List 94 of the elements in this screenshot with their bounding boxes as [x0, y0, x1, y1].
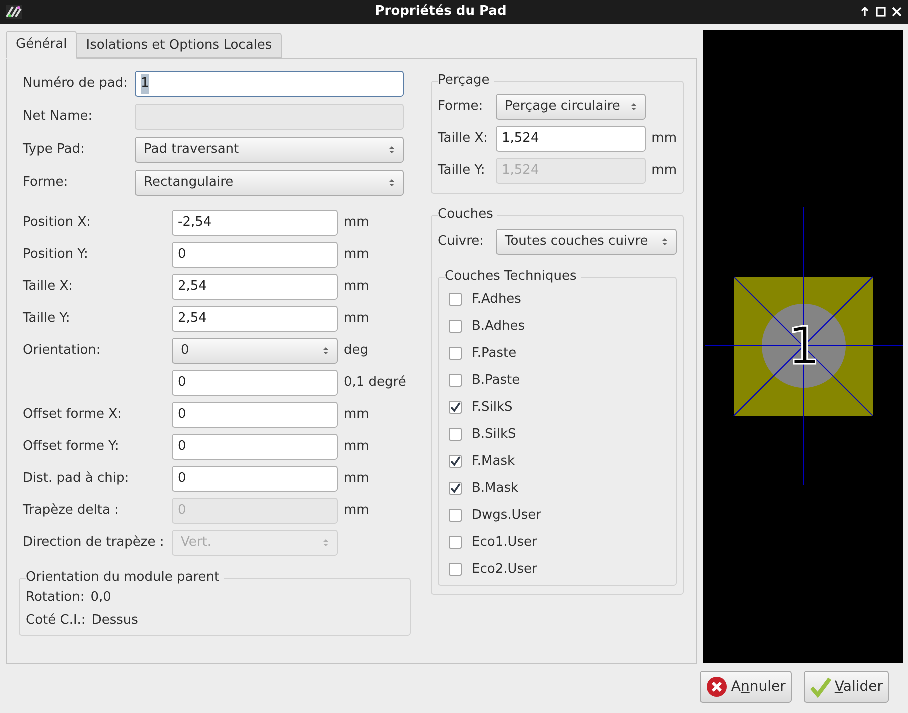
field-label: Taille Y: — [438, 162, 486, 180]
ok-button[interactable]: Valider — [804, 671, 889, 703]
arrow-up-icon[interactable] — [860, 7, 870, 17]
field-label: Net Name: — [23, 108, 94, 126]
unit-label: mm — [344, 214, 370, 232]
checkbox[interactable] — [449, 536, 462, 549]
field-label: Position Y: — [23, 246, 90, 264]
info-label: Coté C.I.: — [26, 612, 86, 630]
info-value: 0,0 — [90, 589, 112, 607]
unit-label: deg — [344, 342, 369, 360]
spinner-icon — [389, 146, 395, 154]
dropdown[interactable]: Toutes couches cuivre — [496, 229, 677, 255]
cancel-button[interactable]: Annuler — [700, 671, 792, 703]
field-label: Offset forme X: — [23, 406, 123, 424]
input-field[interactable]: 1 — [135, 71, 404, 97]
input-field[interactable]: 0 — [172, 434, 338, 460]
input-field[interactable]: 0 — [172, 370, 338, 396]
checkmark-icon — [450, 402, 461, 413]
field-label: Forme: — [23, 174, 70, 192]
field-label: Cuivre: — [438, 233, 486, 252]
input-field[interactable]: 2,54 — [172, 274, 338, 300]
checkmark-icon — [450, 456, 461, 467]
unit-label: mm — [344, 246, 370, 264]
unit-label: mm — [344, 278, 370, 296]
checkbox-label: B.Paste — [472, 372, 520, 390]
spinner-icon — [389, 179, 395, 187]
info-label: Rotation: — [26, 589, 85, 607]
group-title: Perçage — [438, 72, 494, 90]
field-label: Taille X: — [438, 130, 490, 148]
checkmark-icon — [810, 676, 832, 698]
field-label: Dist. pad à chip: — [23, 470, 130, 488]
field-label: Forme: — [438, 98, 484, 116]
checkbox[interactable] — [449, 374, 462, 387]
checkbox[interactable] — [449, 347, 462, 360]
unit-label: 0,1 degré — [344, 374, 406, 392]
field-label: Position X: — [23, 214, 92, 232]
input-field[interactable]: 2,54 — [172, 306, 338, 332]
unit-label: mm — [344, 310, 370, 328]
info-value: Dessus — [92, 612, 138, 630]
checkbox[interactable] — [449, 320, 462, 333]
checkbox-label: B.Mask — [472, 480, 519, 498]
dropdown[interactable]: 0 — [172, 338, 338, 364]
checkbox[interactable] — [449, 401, 462, 414]
dropdown[interactable]: Pad traversant — [135, 137, 404, 163]
field-label: Trapèze delta : — [23, 502, 120, 520]
field-label: Numéro de pad: — [23, 75, 130, 94]
cancel-icon — [706, 676, 728, 698]
maximize-icon[interactable] — [876, 7, 886, 17]
input-field[interactable]: 0 — [172, 242, 338, 268]
checkbox[interactable] — [449, 563, 462, 576]
unit-label: mm — [344, 438, 370, 456]
field-label: Taille X: — [23, 278, 74, 296]
input-field[interactable]: 0 — [172, 466, 338, 492]
field-label: Direction de trapèze : — [23, 534, 166, 552]
app-icon — [6, 5, 22, 19]
checkbox-label: Eco1.User — [472, 534, 538, 552]
dropdown[interactable]: Rectangulaire — [135, 170, 404, 196]
group-title: Couches Techniques — [445, 268, 581, 286]
checkbox[interactable] — [449, 509, 462, 522]
checkbox-label: F.Paste — [472, 344, 517, 363]
window-title: Propriétés du Pad — [374, 3, 508, 22]
checkbox[interactable] — [449, 482, 462, 495]
dropdown[interactable]: Perçage circulaire — [496, 94, 646, 120]
checkbox[interactable] — [449, 455, 462, 468]
spinner-icon — [323, 539, 329, 547]
tab[interactable]: Isolations et Options Locales — [76, 33, 282, 58]
checkbox-label: Eco2.User — [472, 560, 538, 579]
checkbox[interactable] — [449, 293, 462, 306]
spinner-icon — [631, 103, 637, 111]
close-icon[interactable] — [892, 7, 902, 17]
checkbox-label: F.SilkS — [472, 398, 513, 417]
unit-label: mm — [652, 130, 677, 148]
checkbox-label: F.Adhes — [472, 290, 522, 309]
spinner-icon — [323, 347, 329, 355]
checkmark-icon — [450, 483, 461, 494]
input-field[interactable]: 0 — [172, 402, 338, 428]
unit-label: mm — [344, 470, 370, 488]
group-title: Orientation du module parent — [26, 569, 224, 587]
checkbox-label: B.SilkS — [472, 426, 516, 444]
input-field[interactable]: -2,54 — [172, 210, 338, 236]
spinner-icon — [662, 238, 668, 246]
field-label: Type Pad: — [23, 141, 86, 160]
field-label: Offset forme Y: — [23, 438, 120, 456]
checkbox-label: Dwgs.User — [472, 506, 542, 525]
input-field[interactable]: 1,524 — [496, 126, 646, 152]
unit-label: mm — [344, 406, 370, 424]
checkbox[interactable] — [449, 428, 462, 441]
unit-label: mm — [652, 162, 677, 180]
checkbox-label: F.Mask — [472, 452, 516, 471]
tab[interactable]: Général — [6, 31, 78, 59]
field-label: Taille Y: — [23, 310, 72, 328]
field-label: Orientation: — [23, 342, 102, 360]
unit-label: mm — [344, 502, 370, 520]
checkbox-label: B.Adhes — [472, 318, 525, 336]
